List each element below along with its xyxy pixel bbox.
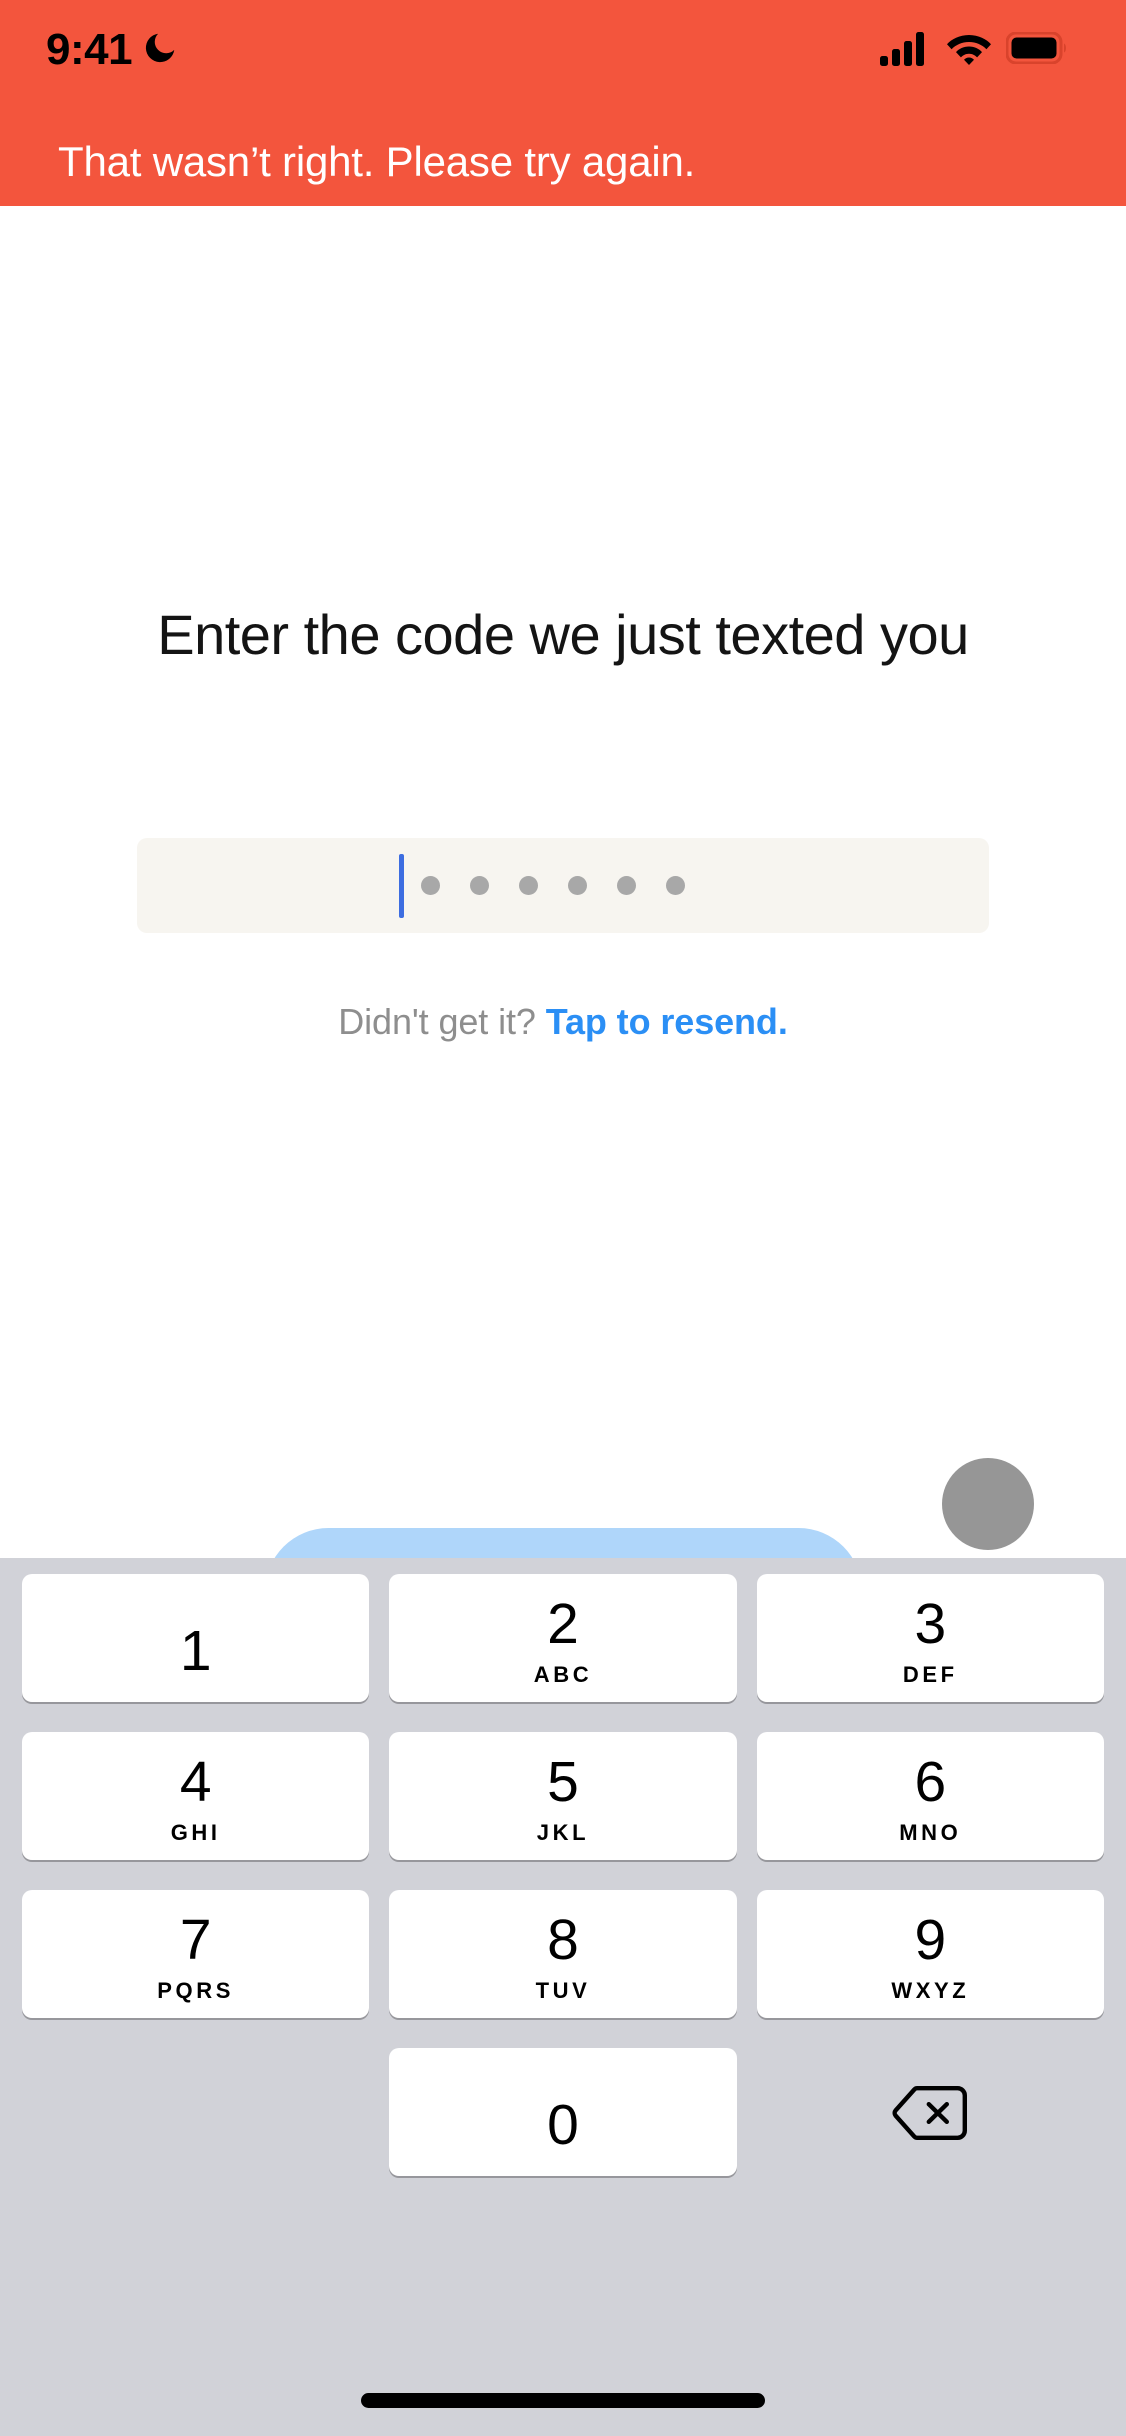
key-letters: MNO bbox=[899, 1820, 962, 1845]
key-2[interactable]: 2 ABC bbox=[389, 1574, 737, 1702]
key-cell: 2 ABC bbox=[389, 1574, 737, 1702]
key-digit: 4 bbox=[179, 1750, 212, 1814]
key-cell: 4 GHI bbox=[22, 1732, 370, 1860]
key-backspace[interactable] bbox=[757, 2048, 1104, 2176]
resend-prompt: Didn't get it? bbox=[338, 1001, 536, 1042]
key-7[interactable]: 7 PQRS bbox=[22, 1890, 370, 2018]
key-cell: 0 bbox=[389, 2048, 737, 2176]
key-letters: PQRS bbox=[157, 1978, 235, 2003]
key-blank bbox=[22, 2048, 369, 2176]
key-6[interactable]: 6 MNO bbox=[756, 1732, 1104, 1860]
cellular-signal-icon bbox=[880, 30, 932, 71]
resend-row: Didn't get it? Tap to resend. bbox=[0, 1001, 1126, 1043]
keypad-row: 7 PQRS 8 TUV 9 WXYZ bbox=[12, 1890, 1114, 2018]
keypad-row: 1 2 ABC 3 DEF bbox=[12, 1574, 1114, 1702]
moon-icon bbox=[141, 29, 179, 72]
key-8[interactable]: 8 TUV bbox=[389, 1890, 737, 2018]
key-digit: 7 bbox=[179, 1908, 212, 1972]
otp-dot bbox=[666, 876, 685, 895]
key-cell bbox=[757, 2048, 1104, 2176]
key-digit: 2 bbox=[547, 1592, 579, 1656]
key-5[interactable]: 5 JKL bbox=[389, 1732, 737, 1860]
key-0[interactable]: 0 bbox=[389, 2048, 737, 2176]
key-digit: 6 bbox=[914, 1750, 947, 1814]
otp-code-input[interactable] bbox=[137, 838, 989, 933]
status-bar-clock: 9:41 bbox=[46, 25, 133, 74]
key-letters: TUV bbox=[535, 1978, 591, 2003]
key-digit: 1 bbox=[179, 1618, 212, 1683]
otp-dot bbox=[617, 876, 636, 895]
otp-dot bbox=[421, 876, 440, 895]
keypad-row: 4 GHI 5 JKL 6 MNO bbox=[12, 1732, 1114, 1860]
key-digit: 0 bbox=[547, 2092, 579, 2157]
otp-dot bbox=[568, 876, 587, 895]
key-4[interactable]: 4 GHI bbox=[22, 1732, 370, 1860]
key-cell: 7 PQRS bbox=[22, 1890, 370, 2018]
key-cell: 1 bbox=[22, 1574, 370, 1702]
otp-dot bbox=[470, 876, 489, 895]
battery-full-icon bbox=[1005, 31, 1068, 69]
otp-inner bbox=[399, 853, 685, 918]
text-caret bbox=[399, 853, 404, 918]
key-cell-empty bbox=[22, 2048, 369, 2176]
key-digit: 3 bbox=[914, 1592, 947, 1656]
page-title: Enter the code we just texted you bbox=[157, 603, 969, 666]
wifi-icon bbox=[946, 31, 992, 70]
key-letters: JKL bbox=[536, 1820, 590, 1845]
error-banner-message: That wasn’t right. Please try again. bbox=[58, 138, 696, 185]
otp-placeholder-dots bbox=[421, 876, 685, 895]
status-bar-left: 9:41 bbox=[46, 28, 179, 72]
key-digit: 9 bbox=[914, 1908, 947, 1972]
error-banner: 9:41 That wasn’t right. Please try again… bbox=[0, 0, 1126, 206]
key-digit: 5 bbox=[547, 1750, 579, 1814]
otp-dot bbox=[519, 876, 538, 895]
key-letters: WXYZ bbox=[891, 1978, 970, 2003]
key-1[interactable]: 1 bbox=[22, 1574, 370, 1702]
resend-link[interactable]: Tap to resend. bbox=[546, 1001, 788, 1042]
key-9[interactable]: 9 WXYZ bbox=[756, 1890, 1104, 2018]
drag-handle[interactable] bbox=[942, 1458, 1034, 1550]
key-cell: 8 TUV bbox=[389, 1890, 737, 2018]
status-bar-right bbox=[880, 30, 1068, 71]
home-indicator bbox=[361, 2393, 765, 2408]
key-cell: 9 WXYZ bbox=[756, 1890, 1104, 2018]
status-bar: 9:41 bbox=[0, 0, 1126, 100]
main-content: Enter the code we just texted you Didn't… bbox=[0, 206, 1126, 1655]
phone-screen: 9:41 That wasn’t right. Please try again… bbox=[0, 0, 1126, 2436]
numeric-keypad: 1 2 ABC 3 DEF 4 GHI 5 JKL 6 MNO 7 PQRS 8… bbox=[0, 1558, 1126, 2436]
key-letters: DEF bbox=[902, 1662, 958, 1687]
backspace-delete-icon bbox=[892, 2085, 968, 2146]
key-3[interactable]: 3 DEF bbox=[756, 1574, 1104, 1702]
key-letters: GHI bbox=[170, 1820, 221, 1845]
key-cell: 5 JKL bbox=[389, 1732, 737, 1860]
key-digit: 8 bbox=[547, 1908, 579, 1972]
key-cell: 3 DEF bbox=[756, 1574, 1104, 1702]
key-letters: ABC bbox=[533, 1662, 593, 1687]
keypad-row: 0 bbox=[12, 2048, 1114, 2176]
key-cell: 6 MNO bbox=[756, 1732, 1104, 1860]
